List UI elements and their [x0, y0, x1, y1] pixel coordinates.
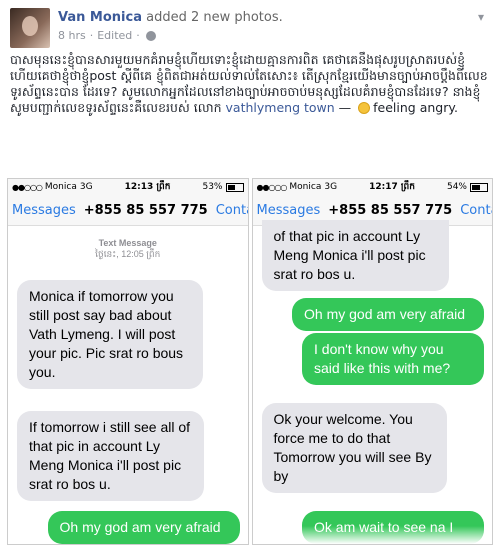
message-bubble[interactable]: Oh my god am very afraid [47, 511, 240, 544]
battery-text: 53% [202, 182, 223, 192]
battery-icon [225, 182, 244, 192]
message-thread: Text Message ថ្ងៃនេះ, 12:05 ព្រឹក Monica… [8, 226, 248, 544]
edited-label[interactable]: Edited [97, 29, 132, 42]
photo-grid: ●●○○○ Monica 3G 12:13 ព្រឹក 53% Messages… [7, 178, 493, 545]
status-bar: ●●○○○ Monica 3G 12:17 ព្រឹក 54% [252, 179, 492, 195]
message-bubble[interactable]: of that pic in account Ly Meng Monica i'… [261, 220, 449, 291]
battery-text: 54% [446, 182, 467, 192]
post-action-text: added 2 new photos. [141, 10, 283, 25]
globe-icon [145, 30, 156, 41]
photo-left[interactable]: ●●○○○ Monica 3G 12:13 ព្រឹក 53% Messages… [7, 178, 249, 545]
signal-icon: ●●○○○ [256, 182, 288, 192]
post-author-line: Van Monica added 2 new photos. [58, 10, 283, 25]
message-bubble[interactable]: Oh my god am very afraid [292, 298, 484, 331]
message-thread: of that pic in account Ly Meng Monica i'… [252, 220, 492, 544]
author-name-link[interactable]: Van Monica [58, 10, 142, 25]
conversation-title: +855 85 557 775 [83, 202, 208, 218]
chevron-down-icon[interactable]: ▾ [472, 8, 490, 26]
message-bubble[interactable]: I don't know why you said like this with… [302, 333, 484, 385]
clock: 12:17 ព្រឹក [369, 181, 415, 192]
network: 3G [79, 182, 93, 192]
post-meta: 8 hrs · Edited · [58, 29, 156, 42]
post-body: បាសមុននេះខ្ញុំបានសារមួយមកគំរាមខ្ញុំហើយទោ… [10, 52, 490, 116]
feeling-text: feeling angry. [373, 100, 458, 115]
message-bubble[interactable]: Ok your welcome. You force me to do that… [261, 403, 447, 493]
conversation-title: +855 85 557 775 [328, 202, 453, 218]
angry-emoji-icon [358, 102, 371, 114]
nav-bar: Messages +855 85 557 775 Contact [8, 195, 248, 226]
feeling-separator: — [334, 100, 356, 115]
avatar[interactable] [10, 8, 50, 48]
contact-button[interactable]: Contact [460, 203, 492, 218]
status-bar: ●●○○○ Monica 3G 12:13 ព្រឹក 53% [8, 179, 248, 195]
carrier: Monica [289, 182, 322, 192]
battery-icon [470, 182, 488, 192]
post-header: Van Monica added 2 new photos. 8 hrs · E… [10, 8, 490, 48]
message-bubble[interactable]: Monica if tomorrow you still post say ba… [17, 280, 203, 389]
clock: 12:13 ព្រឹក [124, 181, 171, 192]
messages-back-button[interactable]: Messages [257, 203, 321, 218]
signal-icon: ●●○○○ [12, 182, 43, 192]
messages-back-button[interactable]: Messages [12, 203, 76, 218]
timestamp: Text Message ថ្ងៃនេះ, 12:05 ព្រឹក [95, 238, 161, 259]
bottom-fade [252, 526, 492, 544]
message-bubble[interactable]: If tomorrow i still see all of that pic … [17, 411, 204, 501]
tagged-person-link[interactable]: vathlymeng town [226, 100, 335, 115]
contact-button[interactable]: Contact [216, 203, 248, 218]
post-time[interactable]: 8 hrs [58, 29, 86, 42]
photo-right[interactable]: ●●○○○ Monica 3G 12:17 ព្រឹក 54% Messages… [251, 178, 493, 545]
carrier: Monica [44, 182, 77, 192]
network: 3G [324, 182, 338, 192]
